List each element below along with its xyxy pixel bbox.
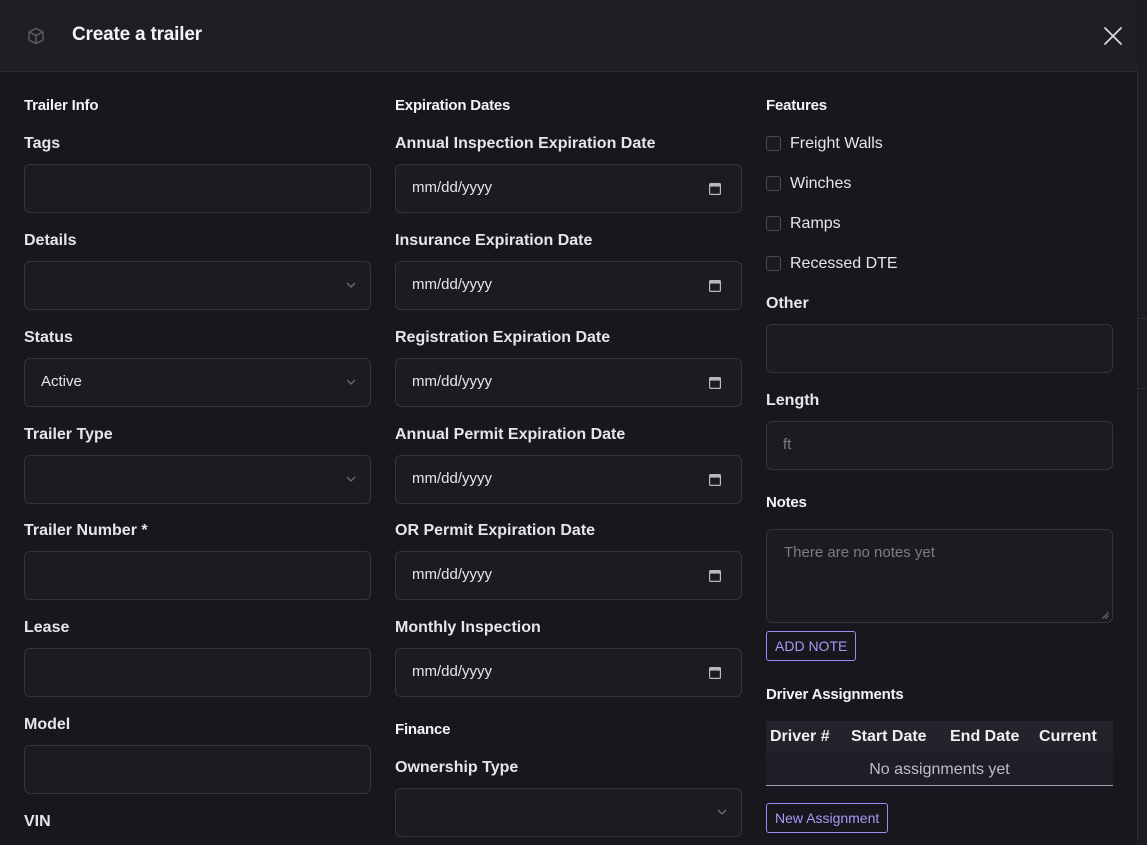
monthly-inspection-label: Monthly Inspection [395, 619, 541, 636]
cube-icon [28, 27, 44, 45]
calendar-icon[interactable] [709, 473, 721, 486]
length-input[interactable]: ft [766, 421, 1113, 470]
annual-inspection-label: Annual Inspection Expiration Date [395, 135, 656, 152]
calendar-icon[interactable] [709, 279, 721, 292]
monthly-inspection-date-input[interactable]: mm/dd/yyyy [395, 648, 742, 697]
backdrop [1138, 0, 1147, 845]
modal-title: Create a trailer [72, 24, 202, 45]
features-title: Features [766, 97, 827, 114]
table-header: Driver # Start Date End Date Current [766, 721, 1113, 753]
annual-inspection-date-input[interactable]: mm/dd/yyyy [395, 164, 742, 213]
ownership-type-select[interactable] [395, 788, 742, 837]
add-note-button[interactable]: ADD NOTE [766, 631, 857, 661]
ramps-checkbox[interactable] [766, 216, 781, 231]
calendar-icon[interactable] [709, 376, 721, 389]
column-start-date: Start Date [851, 728, 927, 745]
trailer-type-select[interactable] [24, 455, 371, 504]
trailer-type-label: Trailer Type [24, 426, 113, 443]
or-permit-label: OR Permit Expiration Date [395, 522, 596, 539]
recessed-dte-checkbox[interactable] [766, 256, 781, 271]
trailer-info-title: Trailer Info [24, 97, 99, 114]
other-label: Other [766, 295, 809, 312]
notes-placeholder: There are no notes yet [784, 544, 935, 561]
annual-permit-label: Annual Permit Expiration Date [395, 426, 626, 443]
date-value: mm/dd/yyyy [412, 179, 493, 196]
details-label: Details [24, 232, 77, 249]
date-value: mm/dd/yyyy [412, 566, 493, 583]
ownership-type-label: Ownership Type [395, 759, 519, 776]
calendar-icon[interactable] [709, 569, 721, 582]
trailer-number-label: Trailer Number * [24, 522, 148, 539]
or-permit-date-input[interactable]: mm/dd/yyyy [395, 551, 742, 600]
registration-expiration-label: Registration Expiration Date [395, 329, 611, 346]
length-label: Length [766, 392, 820, 409]
vin-label: VIN [24, 813, 51, 830]
lease-label: Lease [24, 619, 70, 636]
driver-assignments-title: Driver Assignments [766, 686, 904, 703]
tags-label: Tags [24, 135, 61, 152]
modal-header: Create a trailer [0, 0, 1138, 72]
status-value: Active [41, 373, 82, 390]
date-value: mm/dd/yyyy [412, 470, 493, 487]
table-row: No assignments yet [766, 753, 1113, 786]
notes-textarea[interactable]: There are no notes yet [766, 529, 1113, 623]
new-assignment-button[interactable]: New Assignment [766, 803, 889, 833]
lease-input[interactable] [24, 648, 371, 697]
recessed-dte-label: Recessed DTE [790, 255, 898, 272]
calendar-icon[interactable] [709, 666, 721, 679]
model-label: Model [24, 716, 71, 733]
winches-checkbox[interactable] [766, 176, 781, 191]
status-select[interactable]: Active [24, 358, 371, 407]
registration-date-input[interactable]: mm/dd/yyyy [395, 358, 742, 407]
date-value: mm/dd/yyyy [412, 373, 493, 390]
resize-handle-icon[interactable] [1102, 612, 1109, 619]
insurance-date-input[interactable]: mm/dd/yyyy [395, 261, 742, 310]
freight-walls-checkbox[interactable] [766, 136, 781, 151]
calendar-icon[interactable] [709, 182, 721, 195]
date-value: mm/dd/yyyy [412, 663, 493, 680]
model-input[interactable] [24, 745, 371, 794]
length-placeholder: ft [783, 436, 792, 453]
chevron-down-icon [346, 282, 356, 288]
winches-label: Winches [790, 175, 852, 192]
details-select[interactable] [24, 261, 371, 310]
column-current: Current [1039, 728, 1097, 745]
trailer-number-input[interactable] [24, 551, 371, 600]
column-end-date: End Date [950, 728, 1020, 745]
ramps-label: Ramps [790, 215, 841, 232]
close-icon[interactable] [1102, 25, 1124, 47]
other-input[interactable] [766, 324, 1113, 373]
chevron-down-icon [346, 379, 356, 385]
notes-title: Notes [766, 494, 807, 511]
freight-walls-label: Freight Walls [790, 135, 883, 152]
insurance-expiration-label: Insurance Expiration Date [395, 232, 593, 249]
date-value: mm/dd/yyyy [412, 276, 493, 293]
status-label: Status [24, 329, 73, 346]
expiration-dates-title: Expiration Dates [395, 97, 511, 114]
annual-permit-date-input[interactable]: mm/dd/yyyy [395, 455, 742, 504]
chevron-down-icon [717, 809, 727, 815]
create-trailer-modal: Create a trailer Trailer Info Tags Detai… [0, 0, 1138, 845]
empty-message: No assignments yet [869, 761, 1010, 778]
tags-input[interactable] [24, 164, 371, 213]
finance-title: Finance [395, 721, 451, 738]
column-driver-number: Driver # [770, 728, 830, 745]
chevron-down-icon [346, 476, 356, 482]
